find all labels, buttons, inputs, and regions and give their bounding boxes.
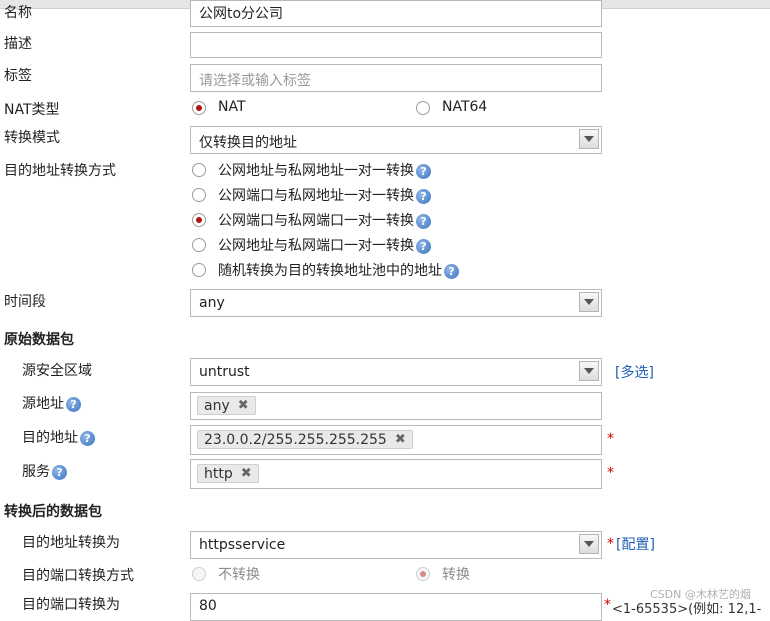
nat-type-radio-nat[interactable] [192, 101, 206, 115]
help-icon[interactable]: ? [416, 188, 431, 204]
dst-method-radio-2[interactable] [192, 188, 206, 202]
help-icon[interactable]: ? [80, 430, 95, 446]
multi-select-link[interactable]: [多选] [615, 362, 654, 382]
description-label: 描述 [4, 36, 32, 52]
remove-tag-icon[interactable]: ✖ [238, 398, 249, 413]
dropdown-arrow-icon[interactable] [579, 129, 599, 149]
dst-addr-label: 目的地址? [22, 427, 95, 447]
name-value: 公网to分公司 [199, 6, 284, 22]
mode-value: 仅转换目的地址 [199, 135, 297, 151]
nat-type-radio-nat64[interactable] [416, 101, 430, 115]
remove-tag-icon[interactable]: ✖ [241, 466, 252, 481]
help-icon[interactable]: ? [416, 238, 431, 254]
dropdown-arrow-icon[interactable] [579, 534, 599, 554]
nat-type-option-nat: NAT [218, 99, 246, 115]
description-input[interactable] [190, 32, 602, 58]
help-icon[interactable]: ? [416, 163, 431, 179]
port-method-option-none: 不转换 [218, 567, 260, 583]
schedule-value: any [199, 295, 225, 311]
dst-addr-tag: 23.0.0.2/255.255.255.255 ✖ [197, 430, 413, 449]
src-addr-tag: any ✖ [197, 396, 256, 415]
service-label: 服务? [22, 461, 67, 481]
dst-method-radio-4[interactable] [192, 238, 206, 252]
remove-tag-icon[interactable]: ✖ [395, 432, 406, 447]
src-zone-select[interactable]: untrust [190, 358, 602, 386]
tags-input[interactable]: 请选择或输入标签 [190, 64, 602, 92]
name-label: 名称 [4, 5, 32, 21]
schedule-label: 时间段 [4, 294, 46, 310]
port-translate-label: 目的端口转换为 [22, 597, 120, 613]
dst-method-option-2: 公网端口与私网地址一对一转换? [218, 185, 431, 205]
tags-placeholder: 请选择或输入标签 [199, 73, 311, 89]
watermark: CSDN @木林艺的烟 [650, 588, 751, 601]
dst-method-option-5: 随机转换为目的转换地址池中的地址? [218, 260, 459, 280]
src-addr-input[interactable]: any ✖ [190, 392, 602, 420]
translated-packet-title: 转换后的数据包 [4, 504, 102, 520]
port-method-radio-none[interactable] [192, 567, 206, 581]
dst-method-radio-1[interactable] [192, 163, 206, 177]
help-icon[interactable]: ? [52, 464, 67, 480]
service-input[interactable]: http ✖ [190, 459, 602, 489]
required-marker: * [607, 465, 614, 481]
dst-method-radio-3[interactable] [192, 213, 206, 227]
tags-label: 标签 [4, 68, 32, 84]
port-method-label: 目的端口转换方式 [22, 568, 134, 584]
dst-method-option-4: 公网地址与私网端口一对一转换? [218, 235, 431, 255]
src-zone-label: 源安全区域 [22, 363, 92, 379]
nat-type-option-nat64: NAT64 [442, 99, 488, 115]
original-packet-title: 原始数据包 [4, 332, 74, 348]
service-tag: http ✖ [197, 464, 259, 483]
dst-translate-select[interactable]: httpsservice [190, 531, 602, 559]
required-marker: * [604, 597, 611, 613]
configure-link[interactable]: [配置] [616, 534, 655, 554]
dst-method-option-3: 公网端口与私网端口一对一转换? [218, 210, 431, 230]
port-translate-value: 80 [199, 598, 217, 614]
required-marker: * [607, 536, 614, 552]
src-zone-value: untrust [199, 364, 250, 380]
port-method-option-translate: 转换 [442, 567, 470, 583]
dst-method-option-1: 公网地址与私网地址一对一转换? [218, 160, 431, 180]
help-icon[interactable]: ? [66, 396, 81, 412]
help-icon[interactable]: ? [444, 263, 459, 279]
dst-method-label: 目的地址转换方式 [4, 163, 116, 179]
dst-addr-input[interactable]: 23.0.0.2/255.255.255.255 ✖ [190, 425, 602, 455]
required-marker: * [607, 431, 614, 447]
mode-label: 转换模式 [4, 130, 60, 146]
help-icon[interactable]: ? [416, 213, 431, 229]
dst-method-radio-5[interactable] [192, 263, 206, 277]
port-translate-input[interactable]: 80 [190, 593, 602, 621]
dropdown-arrow-icon[interactable] [579, 361, 599, 381]
dst-translate-value: httpsservice [199, 537, 286, 553]
dst-translate-label: 目的地址转换为 [22, 535, 120, 551]
port-method-radio-translate[interactable] [416, 567, 430, 581]
dropdown-arrow-icon[interactable] [579, 292, 599, 312]
name-input[interactable]: 公网to分公司 [190, 0, 602, 27]
nat-type-label: NAT类型 [4, 102, 60, 118]
schedule-select[interactable]: any [190, 289, 602, 317]
mode-select[interactable]: 仅转换目的地址 [190, 126, 602, 154]
src-addr-label: 源地址? [22, 393, 81, 413]
